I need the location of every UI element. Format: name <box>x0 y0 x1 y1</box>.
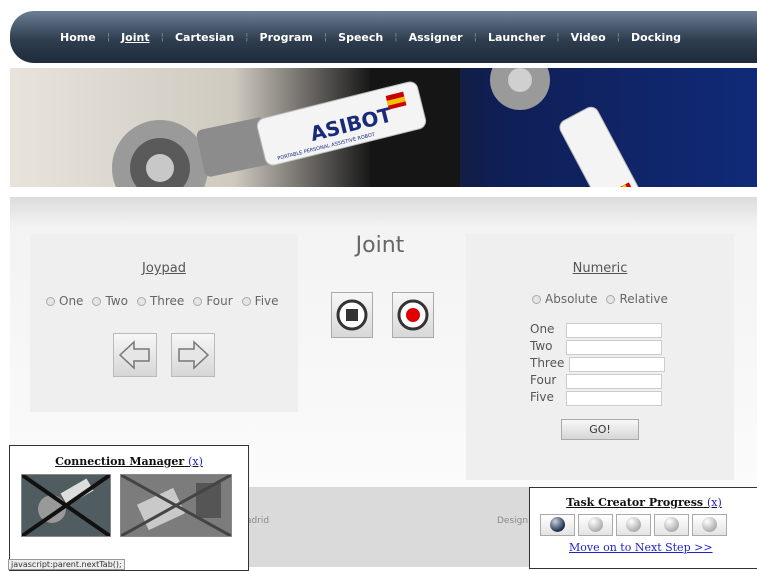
go-button[interactable]: GO! <box>561 419 639 440</box>
top-navigation-bar: Home ¦ Joint ¦ Cartesian ¦ Program ¦ Speech ¦ Assi… <box>10 11 757 63</box>
nav-item-joint[interactable]: Joint <box>111 31 160 44</box>
joypad-axis-radios: One Two Three Four Five <box>46 294 288 308</box>
nav-item-home[interactable]: Home <box>50 31 106 44</box>
task-creator-progress-popup: Task Creator Progress (x) <box>529 487 757 569</box>
progress-step-5 <box>692 514 727 536</box>
numeric-field-label-five: Five <box>530 390 554 404</box>
radio-circle-icon <box>193 296 203 306</box>
nav-item-speech[interactable]: Speech <box>328 31 393 44</box>
joypad-radio-two[interactable]: Two <box>92 294 128 308</box>
joypad-radio-one[interactable]: One <box>46 294 83 308</box>
arrow-right-icon <box>178 340 210 370</box>
robot-arm-illustration: ASIBOT PORTABLE PERSONAL ASSISTIVE ROBOT <box>112 68 649 187</box>
stop-button[interactable] <box>331 292 373 338</box>
progress-step-1 <box>540 514 575 536</box>
numeric-mode-radios: Absolute Relative <box>532 292 677 306</box>
joypad-radio-label: Four <box>206 294 233 308</box>
nav-menu: Home ¦ Joint ¦ Cartesian ¦ Program ¦ Speech ¦ Assi… <box>50 11 691 63</box>
numeric-mode-label: Absolute <box>545 292 598 306</box>
connection-manager-close-link[interactable]: (x) <box>188 455 203 468</box>
numeric-mode-label: Relative <box>619 292 668 306</box>
numeric-field-input-two[interactable] <box>566 340 662 355</box>
numeric-field-label-one: One <box>530 322 555 336</box>
numeric-mode-radio-absolute[interactable]: Absolute <box>532 292 597 306</box>
numeric-mode-radio-relative[interactable]: Relative <box>606 292 668 306</box>
progress-ball-icon <box>626 517 641 532</box>
next-step-link[interactable]: Move on to Next Step >> <box>569 541 713 554</box>
joint-title: Joint <box>355 233 405 258</box>
progress-step-4 <box>654 514 689 536</box>
numeric-field-input-four[interactable] <box>566 374 662 389</box>
footer-right-text: Design <box>497 516 529 526</box>
connection-manager-popup: Connection Manager (x) <box>9 445 249 571</box>
task-creator-close-link[interactable]: (x) <box>707 496 722 509</box>
connection-manager-title: Connection Manager (x) <box>10 455 248 468</box>
progress-ball-active-icon <box>550 517 565 532</box>
footer-left-text: adrid <box>246 516 270 526</box>
radio-circle-icon <box>136 296 146 306</box>
progress-ball-icon <box>588 517 603 532</box>
progress-step-2 <box>578 514 613 536</box>
joypad-radio-label: One <box>59 294 84 308</box>
nav-item-launcher[interactable]: Launcher <box>478 31 555 44</box>
nav-item-assigner[interactable]: Assigner <box>399 31 473 44</box>
nav-item-docking[interactable]: Docking <box>621 31 691 44</box>
record-button[interactable] <box>392 292 434 338</box>
numeric-field-input-three[interactable] <box>569 357 665 372</box>
joypad-panel: Joypad One Two Three Four Five <box>30 234 298 412</box>
joypad-title: Joypad <box>142 261 186 276</box>
record-icon <box>397 299 429 331</box>
progress-ball-icon <box>702 517 717 532</box>
task-creator-title-text: Task Creator Progress <box>566 496 704 509</box>
task-creator-title: Task Creator Progress (x) <box>530 496 757 509</box>
camera-thumbnail-image <box>22 475 110 536</box>
nav-item-video[interactable]: Video <box>561 31 616 44</box>
joypad-radio-five[interactable]: Five <box>241 294 279 308</box>
joypad-right-button[interactable] <box>171 333 215 377</box>
camera-thumbnail-image <box>121 475 231 536</box>
progress-ball-icon <box>664 517 679 532</box>
radio-circle-icon <box>241 296 251 306</box>
arrow-left-icon <box>118 340 150 370</box>
radio-circle-icon <box>46 296 55 306</box>
connection-manager-title-text: Connection Manager <box>55 455 185 468</box>
numeric-field-label-three: Three <box>530 356 565 370</box>
joypad-radio-three[interactable]: Three <box>136 294 185 308</box>
progress-step-3 <box>616 514 651 536</box>
joypad-radio-four[interactable]: Four <box>193 294 233 308</box>
browser-status-bar: javascript:parent.nextTab(); <box>8 559 125 570</box>
numeric-field-label-four: Four <box>530 373 557 387</box>
joypad-left-button[interactable] <box>113 333 157 377</box>
radio-circle-icon <box>92 296 102 306</box>
nav-item-program[interactable]: Program <box>250 31 323 44</box>
numeric-field-label-two: Two <box>530 339 553 353</box>
stop-icon <box>336 299 368 331</box>
joypad-radio-label: Five <box>254 294 279 308</box>
asibot-banner-image: ASIBOT PORTABLE PERSONAL ASSISTIVE ROBOT <box>10 68 757 187</box>
numeric-title: Numeric <box>572 261 628 276</box>
nav-item-cartesian[interactable]: Cartesian <box>165 31 244 44</box>
connection-thumbnail-1[interactable] <box>21 474 111 537</box>
radio-circle-icon <box>532 294 541 304</box>
numeric-field-input-one[interactable] <box>566 323 662 338</box>
numeric-field-input-five[interactable] <box>566 391 662 406</box>
radio-circle-icon <box>606 294 616 304</box>
joypad-radio-label: Three <box>149 294 185 308</box>
joypad-radio-label: Two <box>105 294 128 308</box>
connection-thumbnail-2[interactable] <box>120 474 232 537</box>
